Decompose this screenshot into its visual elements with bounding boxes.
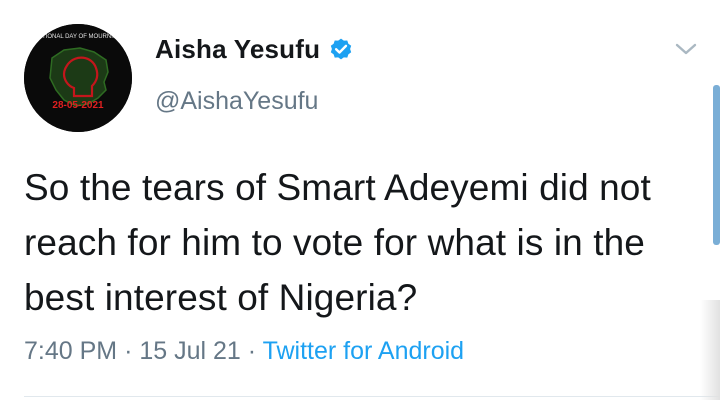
tweet-time[interactable]: 7:40 PM bbox=[24, 337, 117, 365]
tweet-card: NATIONAL DAY OF MOURNING 28-05-2021 Aish… bbox=[0, 0, 720, 409]
tweet-meta: 7:40 PM · 15 Jul 21 · Twitter for Androi… bbox=[24, 337, 464, 366]
user-handle[interactable]: @AishaYesufu bbox=[155, 87, 318, 116]
avatar-image: NATIONAL DAY OF MOURNING 28-05-2021 bbox=[24, 24, 132, 132]
avatar-top-text: NATIONAL DAY OF MOURNING bbox=[34, 34, 122, 40]
display-name[interactable]: Aisha Yesufu bbox=[155, 34, 320, 65]
divider bbox=[24, 396, 720, 397]
avatar[interactable]: NATIONAL DAY OF MOURNING 28-05-2021 bbox=[24, 24, 132, 132]
meta-separator: · bbox=[247, 337, 257, 365]
scrollbar[interactable] bbox=[713, 85, 720, 245]
verified-badge-icon bbox=[331, 38, 352, 59]
page-curl-shadow bbox=[700, 300, 720, 400]
tweet-text: So the tears of Smart Adeyemi did not re… bbox=[24, 167, 651, 318]
avatar-date: 28-05-2021 bbox=[52, 100, 104, 111]
author-name-row[interactable]: Aisha Yesufu bbox=[155, 34, 354, 65]
tweet-source-link[interactable]: Twitter for Android bbox=[263, 337, 464, 365]
chevron-down-icon[interactable] bbox=[674, 40, 698, 58]
tweet-date[interactable]: 15 Jul 21 bbox=[139, 337, 240, 365]
meta-separator: · bbox=[124, 337, 133, 365]
